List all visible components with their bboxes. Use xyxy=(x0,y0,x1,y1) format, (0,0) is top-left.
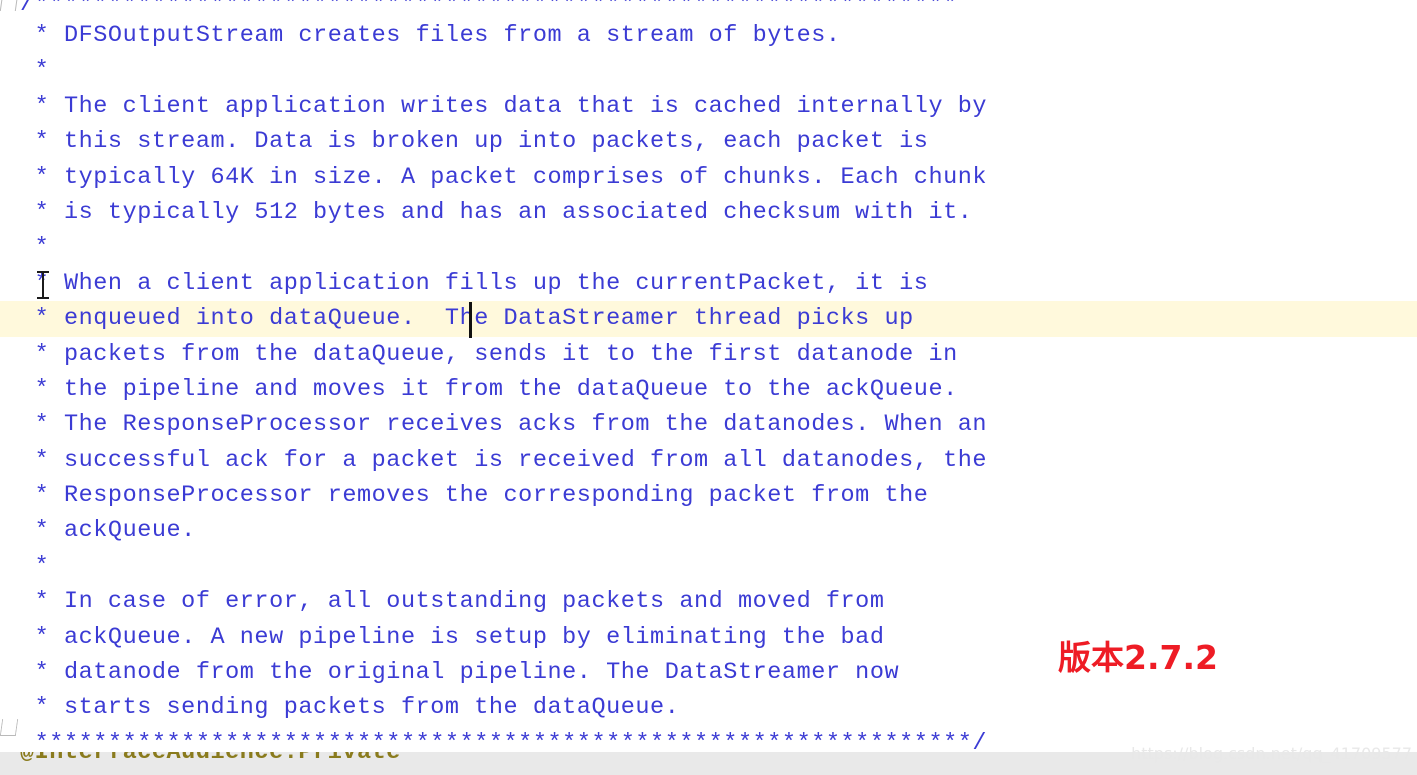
code-line[interactable]: * The client application writes data tha… xyxy=(0,89,1417,124)
code-line[interactable]: * In case of error, all outstanding pack… xyxy=(0,584,1417,619)
code-line[interactable]: * typically 64K in size. A packet compri… xyxy=(0,160,1417,195)
code-line[interactable]: * xyxy=(0,230,1417,265)
code-line-current[interactable]: * enqueued into dataQueue. The DataStrea… xyxy=(0,301,1417,337)
text-caret xyxy=(469,302,472,338)
code-line[interactable]: * ackQueue. xyxy=(0,513,1417,548)
code-line[interactable]: /***************************************… xyxy=(0,0,1417,18)
fold-start-marker-icon[interactable] xyxy=(0,0,19,11)
code-line[interactable]: * xyxy=(0,549,1417,584)
code-line[interactable]: * successful ack for a packet is receive… xyxy=(0,443,1417,478)
code-line[interactable]: * When a client application fills up the… xyxy=(0,266,1417,301)
code-line[interactable]: * DFSOutputStream creates files from a s… xyxy=(0,18,1417,53)
code-line[interactable]: * this stream. Data is broken up into pa… xyxy=(0,124,1417,159)
code-line[interactable]: * The ResponseProcessor receives acks fr… xyxy=(0,407,1417,442)
code-line[interactable]: * the pipeline and moves it from the dat… xyxy=(0,372,1417,407)
code-line[interactable]: * xyxy=(0,53,1417,88)
code-line[interactable]: * packets from the dataQueue, sends it t… xyxy=(0,337,1417,372)
code-editor-viewport[interactable]: /***************************************… xyxy=(0,0,1417,775)
code-line[interactable]: * is typically 512 bytes and has an asso… xyxy=(0,195,1417,230)
i-beam-cursor-icon xyxy=(36,270,49,300)
watermark-text: https://blog.csdn.net/qq_41709577 xyxy=(1131,744,1412,763)
version-annotation-label: 版本2.7.2 xyxy=(1058,638,1218,677)
code-line[interactable]: * starts sending packets from the dataQu… xyxy=(0,690,1417,725)
code-line[interactable]: * ResponseProcessor removes the correspo… xyxy=(0,478,1417,513)
annotation-line-clipped[interactable]: @InterfaceAudience.Private xyxy=(20,752,401,770)
fold-end-marker-icon[interactable] xyxy=(0,719,19,736)
